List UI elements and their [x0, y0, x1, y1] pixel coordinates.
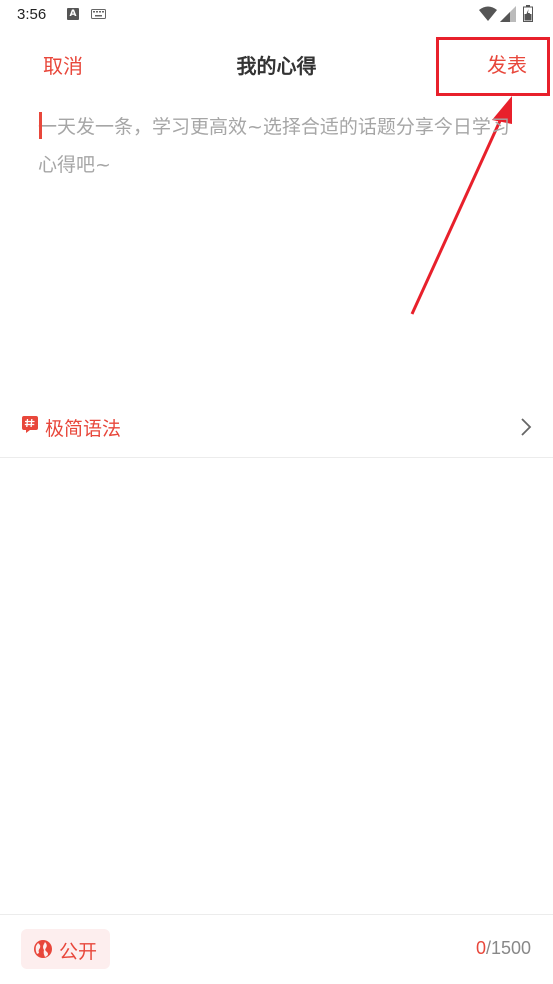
character-counter: 0/1500: [476, 938, 531, 959]
post-text-editor[interactable]: 一天发一条，学习更高效~选择合适的话题分享今日学习心得吧~: [38, 108, 518, 308]
chevron-right-icon: [521, 418, 532, 436]
status-time: 3:56: [17, 6, 47, 23]
topic-label: 极简语法: [45, 418, 122, 440]
char-count-current: 0: [475, 938, 486, 958]
annotation-highlight-box: [436, 37, 550, 96]
cancel-button[interactable]: 取消: [43, 50, 83, 79]
signal-icon: [500, 6, 516, 22]
wifi-icon: [479, 6, 497, 21]
keyboard-icon: [91, 9, 106, 19]
a-notification-icon: A: [67, 8, 79, 20]
char-count-max: /1500: [485, 938, 531, 958]
status-bar: 3:56 A: [0, 0, 553, 30]
hashtag-icon: [22, 416, 38, 433]
battery-icon: [523, 5, 533, 22]
globe-icon: [34, 940, 52, 958]
topic-selector[interactable]: 极简语法: [0, 400, 553, 458]
visibility-button[interactable]: 公开: [21, 929, 110, 969]
visibility-label: 公开: [59, 941, 98, 963]
text-cursor: [39, 112, 42, 139]
bottom-bar: 公开 0/1500: [0, 914, 553, 984]
editor-placeholder: 一天发一条，学习更高效~选择合适的话题分享今日学习心得吧~: [38, 116, 510, 176]
